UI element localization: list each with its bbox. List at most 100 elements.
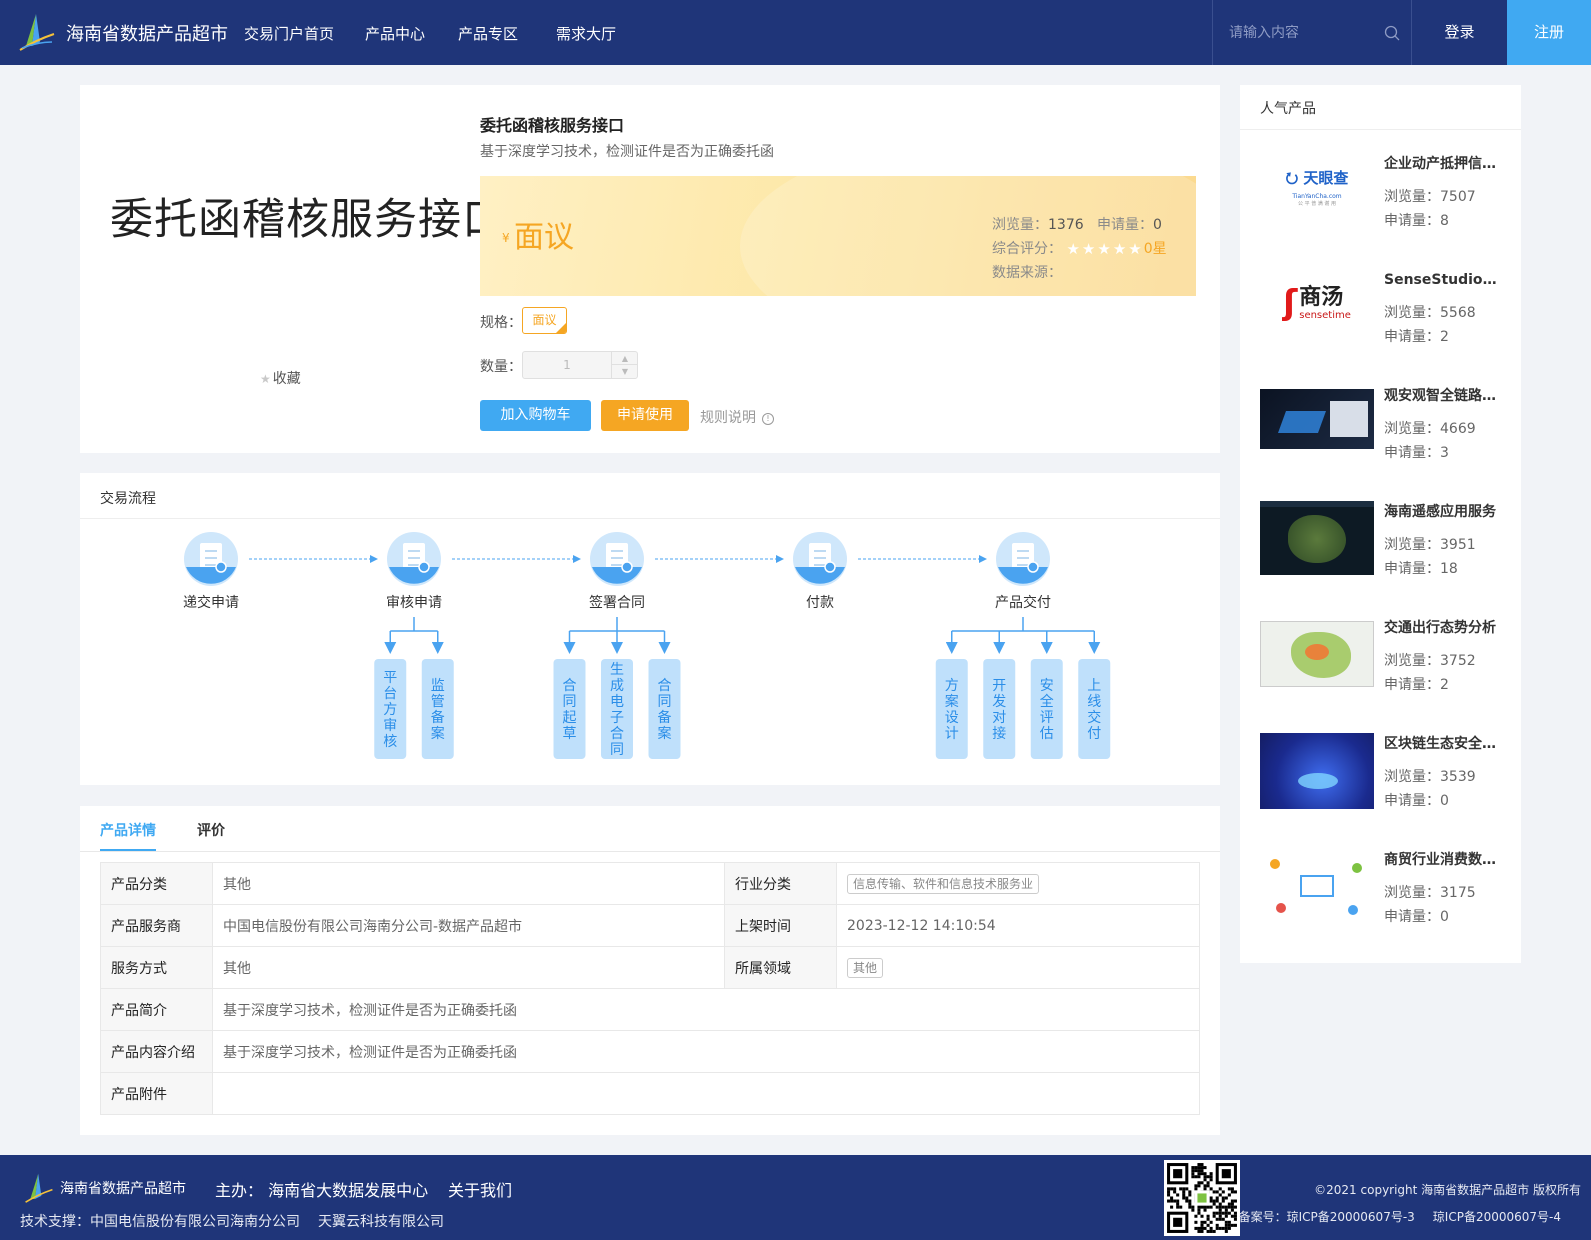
currency-symbol: ¥: [502, 231, 510, 245]
table-row: 产品附件: [100, 1072, 1200, 1115]
star-icon: ★: [1128, 240, 1142, 258]
step-badge-icon: [215, 561, 227, 573]
source-row: 数据来源：: [992, 262, 1062, 282]
step-label: 签署合同: [589, 594, 645, 611]
trade-process-diagram: 递交申请 审核申请平台方审核 监管备案 签署合同合同起草 生成电子合同 合同备案 付款 产品交…: [183, 532, 1111, 759]
quantity-input[interactable]: [523, 352, 611, 378]
popular-product-item[interactable]: ʃ商汤sensetime SenseStudio智能平台浏览量：5568 申请量：2: [1260, 269, 1510, 369]
icp-records: 备案号：琼ICP备20000607号-3 琼ICP备20000607号-4: [1221, 1208, 1561, 1225]
tab-reviews[interactable]: 评价: [197, 820, 225, 840]
table-row: 产品分类 其他 行业分类 信息传输、软件和信息技术服务业: [100, 862, 1200, 905]
step-label: 产品交付: [995, 594, 1051, 611]
popular-product-item[interactable]: 观安观智全链路数据安全浏览量：4669 申请量：3: [1260, 385, 1510, 485]
footer-tech-support: 技术支撑：中国电信股份有限公司海南分公司 天翼云科技有限公司: [20, 1211, 462, 1231]
popular-product-item[interactable]: 商贸行业消费数据分析浏览量：3175 申请量：0: [1260, 849, 1510, 949]
popular-product-views: 浏览量：3539: [1384, 769, 1476, 785]
popular-products-header: 人气产品: [1240, 85, 1521, 130]
site-logo-icon[interactable]: [18, 12, 56, 52]
site-footer: 海南省数据产品超市 主办： 海南省大数据发展中心 关于我们 技术支撑：中国电信股…: [0, 1155, 1591, 1240]
site-name[interactable]: 海南省数据产品超市: [66, 20, 228, 46]
quantity-stepper: ▲ ▼: [522, 351, 638, 379]
nav-home[interactable]: 交易门户首页: [244, 23, 334, 44]
substep-label: 安全评估: [1040, 678, 1054, 742]
apply-use-button[interactable]: 申请使用: [601, 400, 689, 431]
row-value: 信息传输、软件和信息技术服务业: [836, 862, 1200, 905]
popular-product-name[interactable]: 企业动产抵押信息查询: [1384, 153, 1502, 173]
step-icon-base: [389, 567, 439, 584]
popular-product-name[interactable]: 观安观智全链路数据安全: [1384, 385, 1502, 405]
substep-label: 方案设计: [945, 678, 959, 742]
popular-product-views: 浏览量：3175: [1384, 885, 1476, 901]
favorite-button[interactable]: ★ 收藏: [260, 368, 301, 388]
step-badge-icon: [621, 561, 633, 573]
product-thumbnail[interactable]: ⭮ 天眼查 TianYanCha.com 公 平 普 满 谢 用: [1260, 157, 1374, 217]
substep-label: 平台方审核: [383, 670, 397, 750]
price-panel: ¥ 面议 浏览量：1376 申请量：0 综合评分： ★ ★ ★ ★ ★ 0星 数据来源：: [480, 176, 1196, 296]
add-to-cart-button[interactable]: 加入购物车: [480, 400, 591, 431]
popular-product-views: 浏览量：7507: [1384, 189, 1476, 205]
row-key: 所属领域: [724, 946, 837, 989]
product-thumbnail[interactable]: [1260, 621, 1374, 687]
substep-label: 开发对接: [992, 678, 1006, 742]
info-icon: !: [762, 413, 774, 425]
popular-product-name[interactable]: 交通出行态势分析: [1384, 617, 1502, 637]
popular-product-item[interactable]: 交通出行态势分析浏览量：3752 申请量：2: [1260, 617, 1510, 717]
register-button[interactable]: 注册: [1507, 0, 1591, 65]
quantity-label: 数量：: [480, 359, 522, 375]
detail-table: 产品分类 其他 行业分类 信息传输、软件和信息技术服务业 产品服务商 中国电信股…: [100, 862, 1200, 1115]
applies-value: 0: [1153, 217, 1162, 233]
table-row: 服务方式 其他 所属领域 其他: [100, 946, 1200, 989]
chevron-up-icon[interactable]: ▲: [611, 352, 638, 365]
views-value: 1376: [1048, 217, 1084, 233]
popular-product-views: 浏览量：3752: [1384, 653, 1476, 669]
popular-products-card: 人气产品 ⭮ 天眼查 TianYanCha.com 公 平 普 满 谢 用企业动产抵…: [1240, 85, 1521, 963]
popular-product-applies: 申请量：0: [1384, 793, 1449, 809]
popular-product-item[interactable]: 区块链生态安全服务浏览量：3539 申请量：0: [1260, 733, 1510, 833]
product-thumbnail[interactable]: ʃ 商汤 sensetime: [1260, 273, 1374, 333]
product-detail-card: 产品详情 评价 产品分类 其他 行业分类 信息传输、软件和信息技术服务业 产品服…: [80, 806, 1220, 1135]
rating-row: 综合评分： ★ ★ ★ ★ ★ 0星: [992, 238, 1167, 258]
spec-option[interactable]: 面议: [522, 307, 567, 334]
rules-link[interactable]: 规则说明!: [700, 407, 774, 427]
substep-label: 合同起草: [563, 678, 577, 742]
popular-product-item[interactable]: 海南遥感应用服务 浏览量：3951 申请量：18: [1260, 501, 1510, 601]
nav-product-zone[interactable]: 产品专区: [458, 23, 518, 44]
row-value: 其他: [212, 862, 725, 905]
popular-product-applies: 申请量：2: [1384, 677, 1449, 693]
rating-value: 0星: [1143, 241, 1167, 257]
login-button[interactable]: 登录: [1412, 0, 1507, 65]
nav-product-center[interactable]: 产品中心: [365, 23, 425, 44]
product-subtitle: 基于深度学习技术，检测证件是否为正确委托函: [480, 144, 774, 160]
about-us-link[interactable]: 关于我们: [448, 1177, 512, 1201]
substep-label: 监管备案: [431, 678, 445, 742]
row-value: 其他: [212, 946, 725, 989]
product-thumbnail[interactable]: [1260, 849, 1374, 925]
chevron-down-icon[interactable]: ▼: [611, 365, 638, 378]
step-label: 审核申请: [386, 595, 442, 611]
row-key: 产品简介: [100, 988, 213, 1031]
popular-product-name[interactable]: 区块链生态安全服务: [1384, 733, 1502, 753]
tech-support-1: 技术支撑：中国电信股份有限公司海南分公司: [20, 1214, 300, 1230]
product-thumbnail[interactable]: [1260, 733, 1374, 809]
popular-product-name[interactable]: 商贸行业消费数据分析: [1384, 849, 1502, 869]
search-icon[interactable]: [1383, 24, 1401, 42]
star-icon: ★: [260, 372, 271, 386]
popular-product-item[interactable]: ⭮ 天眼查TianYanCha.com公 平 普 满 谢 用企业动产抵押信息查询…: [1260, 153, 1510, 253]
popular-product-applies: 申请量：18: [1384, 561, 1458, 577]
nav-demand-hall[interactable]: 需求大厅: [556, 23, 616, 44]
tab-product-details[interactable]: 产品详情: [100, 820, 156, 840]
step-label: 付款: [806, 595, 834, 611]
substep-label: 上线交付: [1087, 678, 1101, 742]
search-input[interactable]: [1229, 22, 1379, 44]
favorite-label: 收藏: [272, 371, 301, 387]
product-thumbnail[interactable]: [1260, 501, 1374, 575]
icp-record-2: 琼ICP备20000607号-4: [1432, 1210, 1561, 1224]
applies-label: 申请量：: [1097, 217, 1153, 233]
step-icon-base: [795, 567, 845, 584]
product-thumbnail[interactable]: [1260, 389, 1374, 449]
popular-product-name[interactable]: 海南遥感应用服务: [1384, 501, 1502, 521]
price-value: 面议: [514, 220, 574, 255]
row-value: [212, 1072, 1200, 1115]
popular-product-name[interactable]: SenseStudio智能平台: [1384, 269, 1502, 289]
table-row: 产品服务商 中国电信股份有限公司海南分公司-数据产品超市 上架时间 2023-1…: [100, 904, 1200, 947]
